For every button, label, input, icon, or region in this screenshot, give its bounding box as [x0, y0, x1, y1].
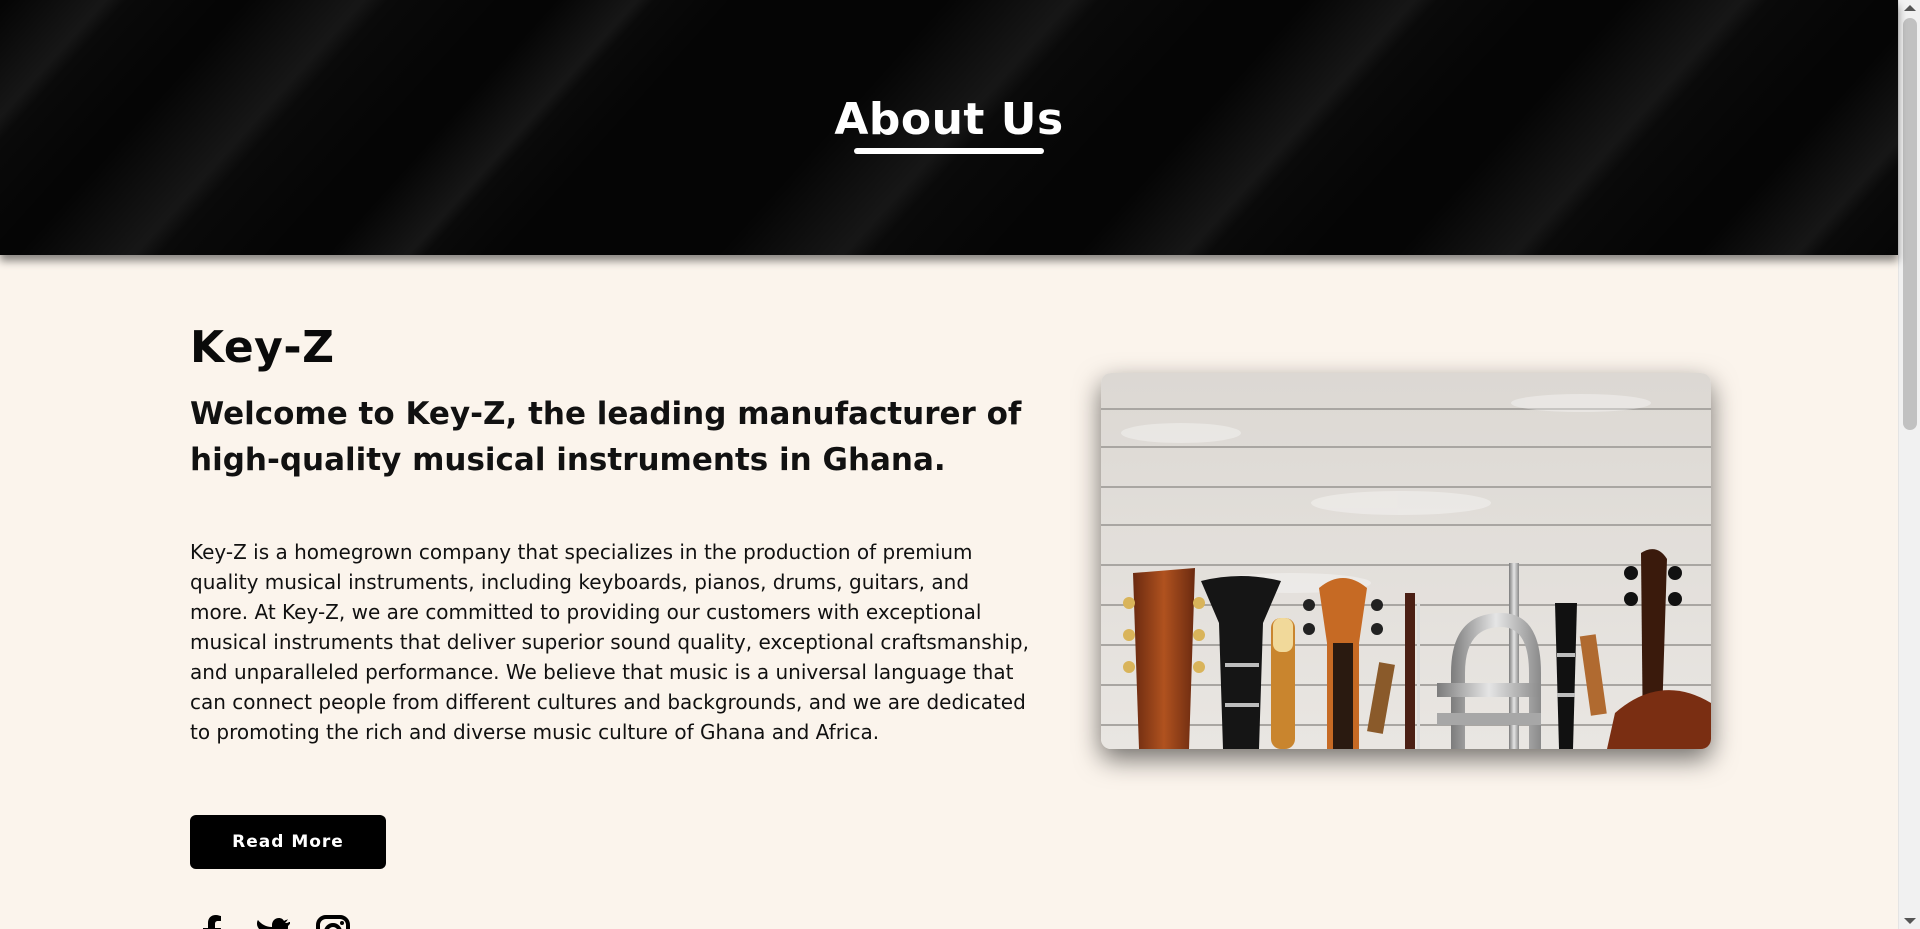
brand-heading: Key-Z: [190, 322, 335, 373]
about-content: Key-Z Welcome to Key-Z, the leading manu…: [190, 322, 1030, 747]
scroll-up-icon[interactable]: [1904, 5, 1916, 11]
welcome-heading: Welcome to Key-Z, the leading manufactur…: [190, 396, 1022, 478]
about-paragraph: Key-Z is a homegrown company that specia…: [190, 540, 1029, 744]
facebook-icon[interactable]: [196, 915, 230, 929]
scrollbar-thumb[interactable]: [1903, 18, 1917, 430]
instruments-photo: [1101, 373, 1711, 749]
hero-banner: About Us: [0, 0, 1898, 255]
instagram-icon[interactable]: [316, 915, 350, 929]
scroll-down-icon[interactable]: [1904, 918, 1916, 924]
title-underline: [854, 148, 1044, 155]
read-more-button[interactable]: Read More: [190, 815, 386, 869]
page-title: About Us: [834, 94, 1064, 145]
social-links: [196, 915, 350, 929]
twitter-icon[interactable]: [256, 915, 291, 929]
page-scrollbar[interactable]: [1898, 0, 1920, 929]
